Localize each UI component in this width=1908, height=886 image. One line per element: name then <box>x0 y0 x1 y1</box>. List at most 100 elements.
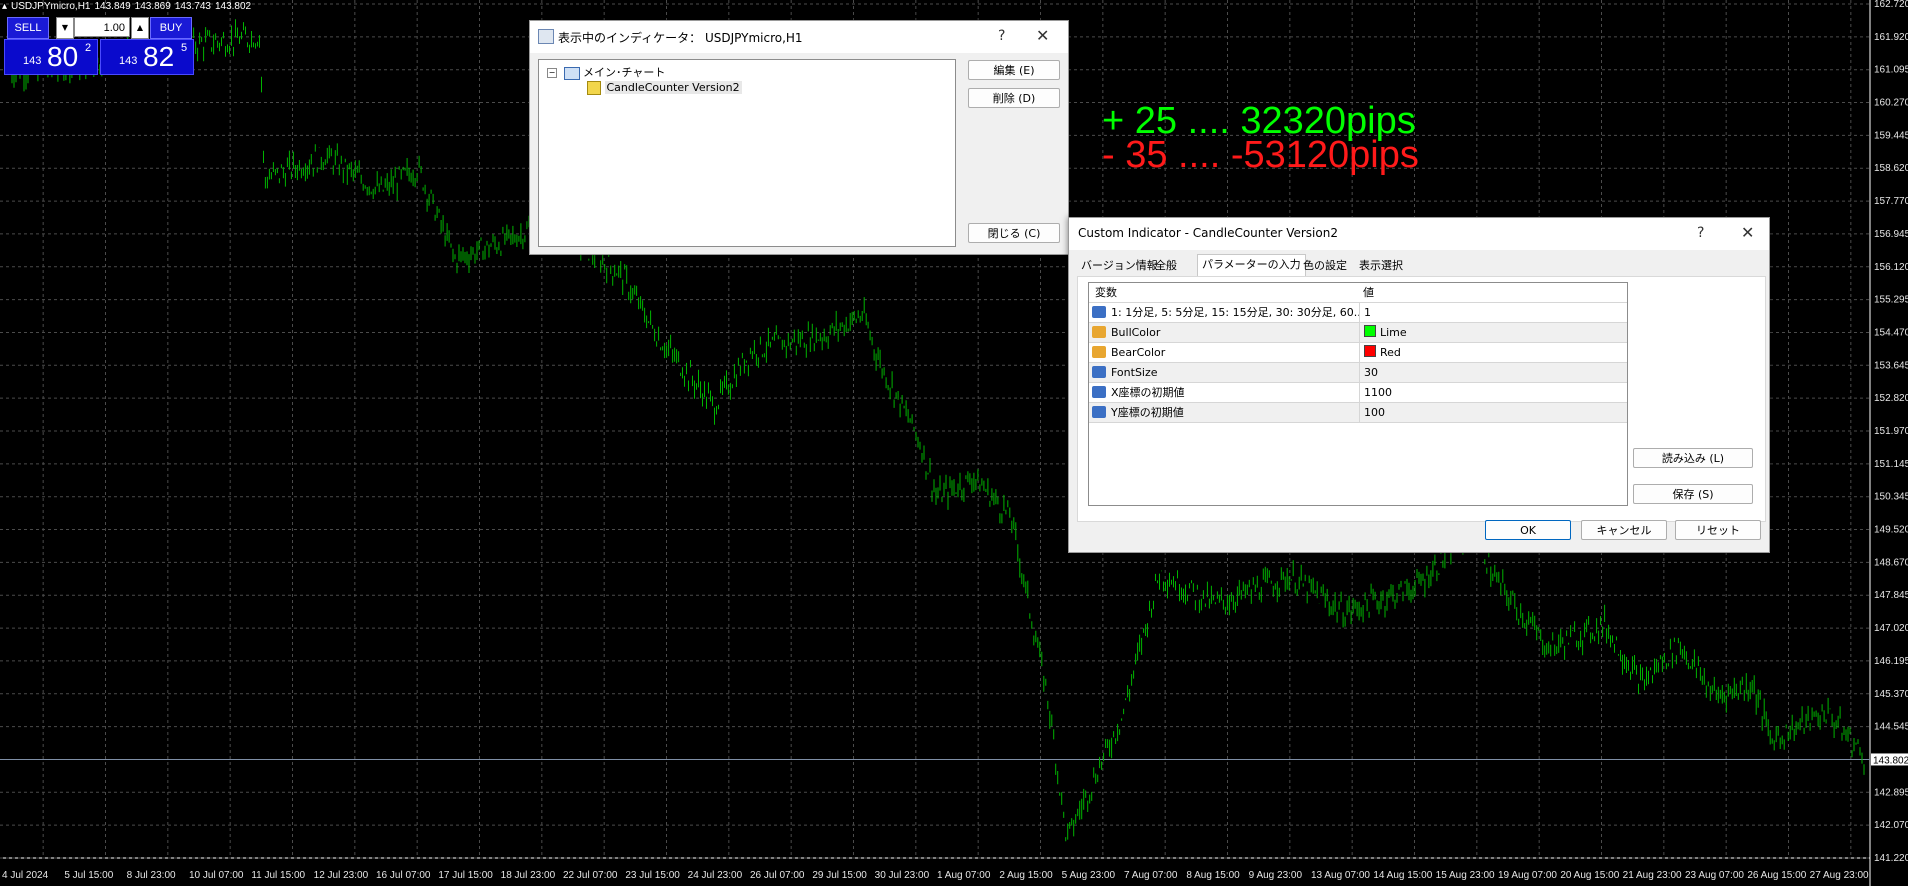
price-label: 157.770 <box>1874 196 1908 207</box>
param-value[interactable]: 1100 <box>1359 383 1392 402</box>
integer-type-icon <box>1092 366 1106 378</box>
tree-child-label: CandleCounter Version2 <box>604 81 742 94</box>
tab-general[interactable]: 全般 <box>1151 256 1181 276</box>
color-swatch <box>1364 345 1376 357</box>
time-label: 7 Aug 07:00 <box>1124 870 1178 881</box>
collapse-icon[interactable]: − <box>547 68 557 78</box>
time-label: 13 Aug 07:00 <box>1311 870 1370 881</box>
close-button[interactable]: 閉じる (C) <box>968 223 1060 243</box>
parameters-table[interactable]: 変数 値 1: 1分足, 5: 5分足, 15: 15分足, 30: 30分足,… <box>1088 282 1628 506</box>
param-name: BullColor <box>1111 326 1161 339</box>
open-price: 143.849 <box>94 1 131 12</box>
time-label: 22 Jul 07:00 <box>563 870 618 881</box>
ask-price-button[interactable]: 143 82 5 <box>100 39 194 75</box>
param-name: BearColor <box>1111 346 1166 359</box>
help-icon[interactable]: ? <box>1697 225 1704 241</box>
time-label: 11 Jul 15:00 <box>251 870 305 881</box>
param-value-cell[interactable]: Red <box>1359 343 1401 362</box>
reset-button[interactable]: リセット <box>1675 520 1761 540</box>
price-label: 155.295 <box>1874 295 1908 306</box>
time-label: 17 Jul 15:00 <box>438 870 493 881</box>
param-value[interactable]: 100 <box>1359 403 1385 422</box>
edit-button[interactable]: 編集 (E) <box>968 60 1060 80</box>
close-price: 143.802 <box>214 1 252 12</box>
close-icon[interactable]: ✕ <box>1036 26 1049 45</box>
delete-button[interactable]: 削除 (D) <box>968 88 1060 108</box>
integer-type-icon <box>1092 406 1106 418</box>
indicator-icon <box>587 81 601 95</box>
param-name: 1: 1分足, 5: 5分足, 15: 15分足, 30: 30分足, 60..… <box>1111 306 1361 319</box>
price-label: 145.370 <box>1874 689 1908 700</box>
sell-button[interactable]: SELL <box>7 17 49 39</box>
param-value: Lime <box>1380 326 1407 339</box>
table-row[interactable]: 1: 1分足, 5: 5分足, 15: 15分足, 30: 30分足, 60..… <box>1089 303 1627 323</box>
bid-price-main: 80 <box>47 41 79 72</box>
time-label: 23 Jul 15:00 <box>625 870 680 881</box>
ok-button[interactable]: OK <box>1485 520 1571 540</box>
volume-input[interactable]: 1.00 <box>74 17 130 37</box>
tab-colors[interactable]: 色の設定 <box>1299 256 1351 276</box>
price-label: 150.345 <box>1874 492 1908 503</box>
time-label: 8 Aug 15:00 <box>1186 870 1240 881</box>
buy-button[interactable]: BUY <box>150 17 192 39</box>
time-label: 26 Jul 07:00 <box>750 870 805 881</box>
time-label: 10 Jul 07:00 <box>189 870 244 881</box>
price-label: 156.945 <box>1874 229 1908 240</box>
time-label: 20 Aug 15:00 <box>1560 870 1619 881</box>
low-price: 143.743 <box>174 1 211 12</box>
cancel-button[interactable]: キャンセル <box>1581 520 1667 540</box>
param-value[interactable]: 30 <box>1359 363 1378 382</box>
ask-price-pip: 5 <box>181 42 188 54</box>
dialog-titlebar[interactable]: 表示中のインディケータ： USDJPYmicro,H1 ? ✕ <box>530 21 1068 53</box>
tree-item-candlecounter[interactable]: CandleCounter Version2 <box>587 81 742 95</box>
tree-root-label: メイン･チャート <box>583 66 666 79</box>
price-label: 159.445 <box>1874 130 1908 141</box>
volume-dropdown-icon[interactable]: ▼ <box>56 17 74 39</box>
table-row[interactable]: BearColor Red <box>1089 343 1627 363</box>
high-price: 143.869 <box>134 1 171 12</box>
tab-visualization[interactable]: 表示選択 <box>1355 256 1407 276</box>
param-name: X座標の初期値 <box>1111 386 1185 399</box>
price-label: 141.220 <box>1874 853 1908 864</box>
bid-price-button[interactable]: 143 80 2 <box>4 39 98 75</box>
price-label: 151.145 <box>1874 459 1908 470</box>
dialog-titlebar[interactable]: Custom Indicator - CandleCounter Version… <box>1069 218 1769 250</box>
tab-version[interactable]: バージョン情報 <box>1077 256 1162 276</box>
table-row[interactable]: X座標の初期値 1100 <box>1089 383 1627 403</box>
price-label: 160.270 <box>1874 98 1908 109</box>
collapse-arrow-icon[interactable]: ▴ <box>2 1 7 12</box>
time-label: 21 Aug 23:00 <box>1623 870 1682 881</box>
time-label: 18 Jul 23:00 <box>501 870 556 881</box>
price-label: 152.820 <box>1874 393 1908 404</box>
price-label: 148.670 <box>1874 557 1908 568</box>
one-click-trading-panel: SELL ▼ 1.00 ▲ BUY 143 80 2 143 82 5 <box>4 17 194 75</box>
price-label: 161.920 <box>1874 32 1908 43</box>
color-type-icon <box>1092 326 1106 338</box>
color-swatch <box>1364 325 1376 337</box>
param-value[interactable]: 1 <box>1359 303 1371 322</box>
price-label: 153.645 <box>1874 360 1908 371</box>
table-row[interactable]: Y座標の初期値 100 <box>1089 403 1627 423</box>
time-label: 5 Jul 15:00 <box>64 870 113 881</box>
time-label: 1 Aug 07:00 <box>937 870 991 881</box>
time-label: 27 Aug 23:00 <box>1810 870 1869 881</box>
table-row[interactable]: FontSize 30 <box>1089 363 1627 383</box>
table-row[interactable]: BullColor Lime <box>1089 323 1627 343</box>
time-label: 24 Jul 23:00 <box>688 870 743 881</box>
indicator-tree[interactable]: − メイン･チャート CandleCounter Version2 <box>538 59 956 247</box>
price-label: 147.020 <box>1874 623 1908 634</box>
help-icon[interactable]: ? <box>998 28 1005 44</box>
tab-parameters[interactable]: パラメーターの入力 <box>1197 254 1306 277</box>
save-button[interactable]: 保存 (S) <box>1633 484 1753 504</box>
volume-up-icon[interactable]: ▲ <box>131 17 149 39</box>
close-icon[interactable]: ✕ <box>1741 223 1754 242</box>
ask-price-prefix: 143 <box>119 55 138 67</box>
time-label: 14 Aug 15:00 <box>1373 870 1432 881</box>
price-label: 151.970 <box>1874 426 1908 437</box>
load-button[interactable]: 読み込み (L) <box>1633 448 1753 468</box>
param-value-cell[interactable]: Lime <box>1359 323 1407 342</box>
price-label: 142.895 <box>1874 787 1908 798</box>
tree-item-main-chart[interactable]: − メイン･チャート <box>547 64 665 80</box>
column-header-name: 変数 <box>1095 286 1117 299</box>
time-label: 4 Jul 2024 <box>2 870 49 881</box>
